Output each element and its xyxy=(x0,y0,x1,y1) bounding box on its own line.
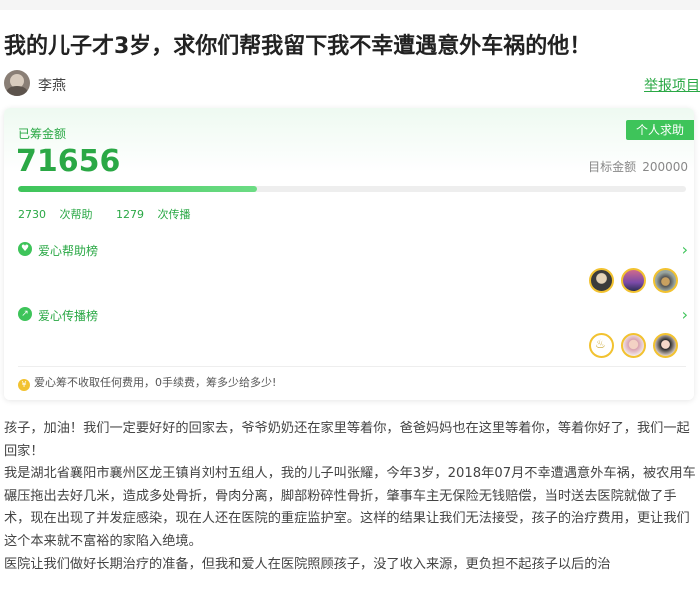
author-bar: 李燕 举报项目 xyxy=(4,70,700,98)
share-count: 1279 xyxy=(116,208,144,221)
raised-amount-value: 71656 xyxy=(16,144,121,179)
heart-shield-icon: ♥ xyxy=(18,242,32,256)
spread-board-avatars xyxy=(582,333,678,359)
helper-avatar[interactable] xyxy=(589,268,614,293)
sharer-avatar[interactable] xyxy=(589,333,614,358)
help-board-row[interactable]: ♥ 爱心帮助榜 › xyxy=(18,236,688,300)
help-board-label: 爱心帮助榜 xyxy=(38,244,99,258)
fundraising-card: 已筹金额 71656 个人求助 目标金额 200000 2730 次帮助 1279… xyxy=(4,108,694,400)
story-paragraph: 孩子，加油！我们一定要好好的回家去，爷爷奶奶还在家里等着你，爸爸妈妈也在这里等着… xyxy=(4,421,690,459)
chevron-right-icon[interactable]: › xyxy=(682,305,688,324)
personal-help-badge: 个人求助 xyxy=(625,120,694,140)
story-paragraph: 医院让我们做好长期治疗的准备，但我和爱人在医院照顾孩子，没了收入来源，更负担不起… xyxy=(4,556,611,572)
spread-board-label: 爱心传播榜 xyxy=(38,309,99,323)
target-amount-label: 目标金额 xyxy=(588,160,637,174)
sharer-avatar[interactable] xyxy=(653,333,678,358)
spread-board-row[interactable]: ↗ 爱心传播榜 › xyxy=(18,301,688,365)
help-stat: 2730 次帮助 xyxy=(18,206,103,222)
target-amount-value: 200000 xyxy=(642,160,688,174)
story-paragraph: 我是湖北省襄阳市襄州区龙王镇肖刘村五组人，我的儿子叫张耀，今年3岁，2018年0… xyxy=(4,466,696,549)
progress-bar xyxy=(18,186,686,192)
help-count-label: 次帮助 xyxy=(59,208,93,221)
share-arrow-icon: ↗ xyxy=(18,307,32,321)
progress-bar-fill xyxy=(18,186,258,192)
sharer-avatar[interactable] xyxy=(621,333,646,358)
share-stat: 1279 次传播 xyxy=(116,206,201,222)
yuan-coin-icon: ¥ xyxy=(18,379,30,391)
story-text: 孩子，加油！我们一定要好好的回家去，爷爷奶奶还在家里等着你，爸爸妈妈也在这里等着… xyxy=(4,418,700,576)
stats-line: 2730 次帮助 1279 次传播 xyxy=(18,206,211,222)
report-project-link[interactable]: 举报项目 xyxy=(644,75,700,95)
top-bar xyxy=(0,0,700,10)
raised-amount-label: 已筹金额 xyxy=(18,127,67,141)
chevron-right-icon[interactable]: › xyxy=(682,240,688,259)
page-title: 我的儿子才3岁，求你们帮我留下我不幸遭遇意外车祸的他！ xyxy=(4,34,592,59)
helper-avatar[interactable] xyxy=(653,268,678,293)
help-board-avatars xyxy=(582,268,678,294)
author-name[interactable]: 李燕 xyxy=(38,75,66,95)
target-amount: 目标金额 200000 xyxy=(582,158,688,175)
share-count-label: 次传播 xyxy=(157,208,191,221)
fee-notice-text: 爱心筹不收取任何费用，0手续费，筹多少给多少! xyxy=(34,376,277,389)
helper-avatar[interactable] xyxy=(621,268,646,293)
help-count: 2730 xyxy=(18,208,46,221)
card-divider xyxy=(18,366,686,367)
fee-notice: ¥ 爱心筹不收取任何费用，0手续费，筹多少给多少! xyxy=(18,374,276,391)
author-avatar[interactable] xyxy=(4,70,30,96)
